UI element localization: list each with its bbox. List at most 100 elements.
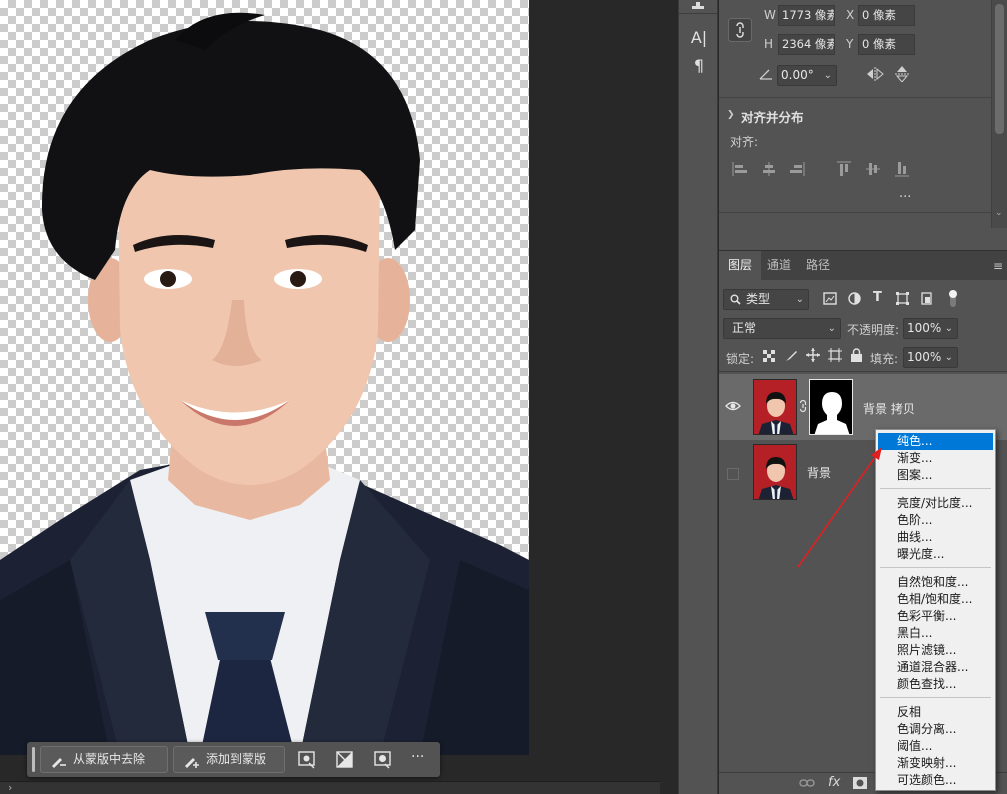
drag-handle[interactable] [32,747,35,772]
chevron-down-icon: ⌄ [827,323,836,334]
scroll-right-icon[interactable]: › [8,781,12,794]
scrollbar-thumb[interactable] [995,4,1004,134]
tool-column-header [679,0,717,14]
lock-transparent-icon[interactable] [763,350,775,362]
tab-layers[interactable]: 图层 [719,251,762,281]
menu-item-levels[interactable]: 色阶... [878,512,993,529]
menu-item-color-lookup[interactable]: 颜色查找... [878,676,993,693]
collapse-chevron-icon[interactable]: ❯ [727,110,735,120]
layer-name[interactable]: 背景 拷贝 [863,400,915,417]
lock-position-icon[interactable] [806,348,820,362]
menu-item-selective-color[interactable]: 可选颜色... [878,772,993,789]
menu-item-posterize[interactable]: 色调分离... [878,721,993,738]
mask-icon[interactable] [853,777,867,789]
align-more-button[interactable]: ··· [899,190,911,205]
lock-all-icon[interactable] [851,348,862,362]
menu-item-pattern[interactable]: 图案... [878,467,993,484]
menu-separator [880,567,991,568]
brush-minus-icon [52,758,66,768]
menu-separator [880,697,991,698]
menu-item-gradient-map[interactable]: 渐变映射... [878,755,993,772]
angle-dropdown[interactable]: 0.00° ⌄ [777,65,837,86]
align-middle-icon[interactable] [865,161,881,177]
lock-label: 锁定: [726,352,755,366]
mask-overlay-icon[interactable] [373,750,392,769]
brush-plus-icon [185,758,199,768]
lock-pixels-icon[interactable] [785,349,798,362]
height-label: H [764,37,774,51]
layers-tab-bar: 图层 通道 路径 ≡ [719,250,1007,281]
menu-item-hue-saturation[interactable]: 色相/饱和度... [878,591,993,608]
scroll-down-icon[interactable]: ⌄ [995,208,1003,218]
visibility-toggle[interactable] [727,468,739,480]
filter-adjustment-icon[interactable] [848,292,861,305]
canvas-horizontal-scrollbar[interactable]: › [0,781,660,794]
panel-menu-icon[interactable]: ≡ [993,259,1003,273]
canvas-area[interactable]: › 从蒙版中去除 添加到蒙版 ··· [0,0,678,794]
blend-mode-dropdown[interactable]: 正常 ⌄ [723,318,841,339]
lock-artboard-icon[interactable] [828,348,842,362]
menu-item-channel-mixer[interactable]: 通道混合器... [878,659,993,676]
menu-item-threshold[interactable]: 阈值... [878,738,993,755]
y-field[interactable]: 0 像素 [858,34,915,55]
canvas-gutter [660,0,678,794]
opacity-field[interactable]: 100% ⌄ [903,318,958,339]
more-options-button[interactable]: ··· [411,749,424,765]
menu-item-invert[interactable]: 反相 [878,704,993,721]
tab-channels[interactable]: 通道 [758,251,800,281]
align-section-title: 对齐并分布 [741,110,804,125]
properties-scrollbar[interactable]: ⌄ [991,0,1007,228]
filter-toggle-icon[interactable] [948,290,958,307]
remove-from-mask-button[interactable]: 从蒙版中去除 [40,746,168,773]
layer-name[interactable]: 背景 [807,464,831,481]
x-field[interactable]: 0 像素 [858,5,915,26]
align-right-icon[interactable] [789,161,805,177]
add-to-mask-button[interactable]: 添加到蒙版 [173,746,285,773]
link-icon[interactable] [799,778,815,788]
eye-icon[interactable] [725,398,741,414]
menu-item-exposure[interactable]: 曝光度... [878,546,993,563]
mask-link-icon[interactable] [799,398,807,414]
link-dimensions-icon[interactable] [728,18,752,42]
menu-item-gradient[interactable]: 渐变... [878,450,993,467]
stamp-icon[interactable] [691,2,705,10]
menu-item-solid-color[interactable]: 纯色... [878,433,993,450]
chevron-down-icon: ⌄ [823,70,832,81]
invert-mask-icon[interactable] [335,750,354,769]
align-left-icon[interactable] [732,161,748,177]
tool-column: A| ¶ [678,0,718,794]
filter-smart-object-icon[interactable] [920,292,933,305]
align-center-icon[interactable] [761,161,777,177]
menu-item-color-balance[interactable]: 色彩平衡... [878,608,993,625]
layer-filter-dropdown[interactable]: 类型 ⌄ [723,289,809,310]
menu-item-black-white[interactable]: 黑白... [878,625,993,642]
fx-icon[interactable]: fx [828,775,840,790]
document-canvas[interactable] [0,0,529,755]
tab-paths[interactable]: 路径 [797,251,839,281]
layer-thumbnail [753,379,797,435]
filter-shape-icon[interactable] [896,292,909,305]
refine-mask-icon[interactable] [297,750,316,769]
menu-item-vibrance[interactable]: 自然饱和度... [878,574,993,591]
fill-label: 填充: [870,352,899,366]
align-top-icon[interactable] [836,161,852,177]
width-field[interactable]: 1773 像素 [778,5,835,26]
height-field[interactable]: 2364 像素 [778,34,835,55]
x-label: X [846,8,855,22]
align-label: 对齐: [730,135,759,149]
menu-item-photo-filter[interactable]: 照片滤镜... [878,642,993,659]
type-tool-icon[interactable]: A| [689,28,709,48]
layer-thumbnail [753,444,797,500]
fill-field[interactable]: 100% ⌄ [903,347,958,368]
align-bottom-icon[interactable] [894,161,910,177]
opacity-label: 不透明度: [847,323,900,337]
layer-mask-thumbnail[interactable] [809,379,853,435]
menu-item-brightness-contrast[interactable]: 亮度/对比度... [878,495,993,512]
flip-horizontal-icon[interactable] [866,67,884,81]
filter-type-icon[interactable]: T [873,290,882,305]
search-icon [730,294,741,305]
flip-vertical-icon[interactable] [895,66,909,82]
menu-item-curves[interactable]: 曲线... [878,529,993,546]
filter-pixel-icon[interactable] [823,292,837,305]
paragraph-icon[interactable]: ¶ [689,56,709,76]
